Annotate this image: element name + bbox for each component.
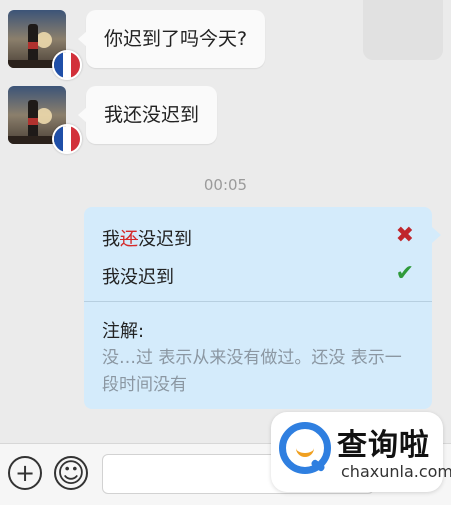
divider xyxy=(84,301,432,302)
wrong-cross-icon: ✖ xyxy=(395,223,414,248)
correct-check-icon: ✔ xyxy=(395,261,414,286)
wrong-sentence-suffix: 没迟到 xyxy=(138,229,192,250)
wrong-sentence: 我还没迟到 xyxy=(102,225,192,251)
struck-word: 还 xyxy=(120,229,138,250)
correct-sentence: 我没迟到 xyxy=(102,267,174,288)
message-bubble[interactable]: 我还没迟到 xyxy=(77,86,218,144)
message-timestamp: 00:05 xyxy=(203,176,248,194)
france-flag-icon xyxy=(52,124,82,154)
france-flag-icon xyxy=(52,50,82,80)
wrong-sentence-prefix: 我 xyxy=(102,229,120,250)
emoji-icon[interactable]: ☺ xyxy=(54,456,88,490)
note-title: 注解: xyxy=(102,321,145,342)
plus-icon[interactable]: + xyxy=(8,456,42,490)
message-text: 你迟到了吗今天? xyxy=(104,28,248,50)
correction-card[interactable]: 我还没迟到 ✖ 我没迟到 ✔ 注解: 没…过 表示从来没有做过。还没 表示一段时… xyxy=(84,207,441,409)
message-bubble[interactable]: 你迟到了吗今天? xyxy=(77,10,266,68)
watermark-logo: 查询啦 chaxunla.com xyxy=(271,412,451,492)
top-right-panel xyxy=(363,0,443,60)
watermark-brand: 查询啦 xyxy=(337,428,430,463)
watermark-domain: chaxunla.com xyxy=(341,462,451,481)
message-text: 我还没迟到 xyxy=(104,104,200,126)
note-body: 没…过 表示从来没有做过。还没 表示一段时间没有 xyxy=(102,348,402,395)
